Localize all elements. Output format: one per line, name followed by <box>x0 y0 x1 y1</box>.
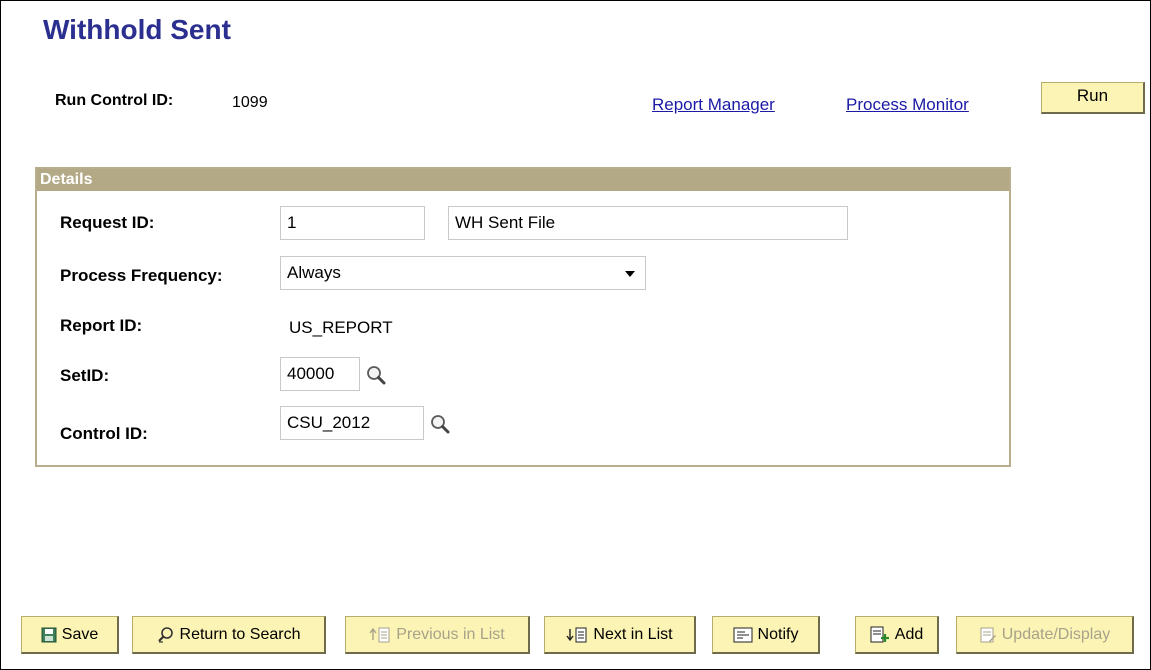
previous-in-list-label: Previous in List <box>396 625 505 643</box>
process-frequency-label: Process Frequency: <box>60 266 223 285</box>
run-control-id-label: Run Control ID: <box>55 92 174 109</box>
add-icon <box>870 626 889 642</box>
update-display-label: Update/Display <box>1001 625 1111 643</box>
process-monitor-link[interactable]: Process Monitor <box>846 95 969 115</box>
update-display-icon <box>980 627 996 642</box>
request-id-label: Request ID: <box>60 213 155 232</box>
add-button[interactable]: Add <box>855 616 939 654</box>
control-id-input[interactable]: CSU_2012 <box>280 406 424 440</box>
magnifier-icon[interactable] <box>429 414 451 436</box>
run-control-id-value: 1099 <box>232 94 268 111</box>
run-button[interactable]: Run <box>1041 82 1145 114</box>
process-frequency-select[interactable]: Always <box>280 256 646 290</box>
magnifier-icon[interactable] <box>365 365 387 387</box>
setid-label: SetID: <box>60 366 110 385</box>
request-id-input[interactable]: 1 <box>280 206 425 240</box>
return-to-search-button[interactable]: Return to Search <box>132 616 326 654</box>
details-header: Details <box>37 169 1009 191</box>
report-manager-link[interactable]: Report Manager <box>652 95 775 115</box>
report-id-label: Report ID: <box>60 316 143 335</box>
next-in-list-button[interactable]: Next in List <box>544 616 696 654</box>
previous-list-icon <box>369 627 390 642</box>
search-return-icon <box>157 626 173 643</box>
notify-label: Notify <box>757 625 799 643</box>
previous-in-list-button[interactable]: Previous in List <box>345 616 530 654</box>
setid-input[interactable]: 40000 <box>280 357 360 391</box>
chevron-down-icon <box>625 271 635 277</box>
report-id-value: US_REPORT <box>289 318 393 337</box>
notify-icon <box>733 627 753 642</box>
save-button[interactable]: Save <box>21 616 119 654</box>
control-id-label: Control ID: <box>60 424 148 443</box>
return-to-search-label: Return to Search <box>179 625 301 643</box>
floppy-disk-icon <box>41 627 57 642</box>
update-display-button[interactable]: Update/Display <box>956 616 1134 654</box>
page-title: Withhold Sent <box>43 14 231 45</box>
process-frequency-value: Always <box>287 263 341 282</box>
next-in-list-label: Next in List <box>593 625 673 643</box>
next-list-icon <box>566 627 587 642</box>
request-description-input[interactable]: WH Sent File <box>448 206 848 240</box>
notify-button[interactable]: Notify <box>712 616 820 654</box>
save-label: Save <box>61 625 99 643</box>
add-label: Add <box>894 625 924 643</box>
